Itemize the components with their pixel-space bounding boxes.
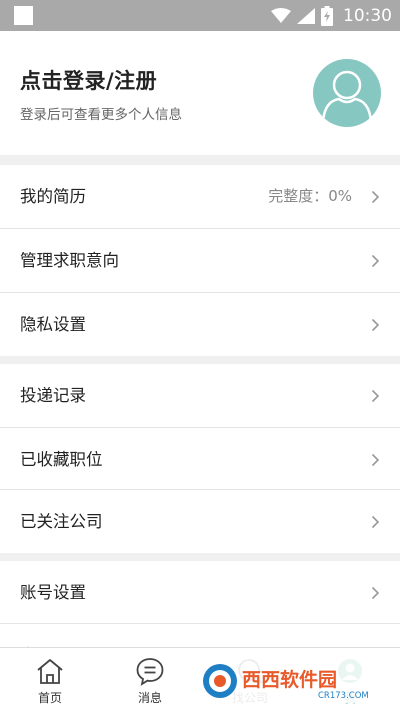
home-icon bbox=[37, 659, 63, 684]
tab-home[interactable]: 首页 bbox=[0, 648, 100, 711]
menu-item-favorites[interactable]: 已收藏职位 bbox=[0, 428, 400, 491]
menu-item-label: 隐私设置 bbox=[20, 315, 86, 334]
menu-item-label: 投递记录 bbox=[20, 386, 86, 405]
chevron-right-icon bbox=[371, 254, 380, 268]
chevron-right-icon bbox=[371, 318, 380, 332]
login-subtitle: 登录后可查看更多个人信息 bbox=[20, 107, 182, 123]
menu-item-label: 已关注公司 bbox=[20, 512, 103, 531]
chevron-right-icon bbox=[371, 586, 380, 600]
menu-item-account[interactable]: 账号设置 bbox=[0, 561, 400, 624]
menu-item-followed[interactable]: 已关注公司 bbox=[0, 490, 400, 553]
profile-header[interactable]: 点击登录/注册 登录后可查看更多个人信息 bbox=[0, 31, 400, 155]
chevron-right-icon bbox=[371, 515, 380, 529]
tab-messages[interactable]: 消息 bbox=[100, 648, 200, 711]
chevron-right-icon bbox=[371, 453, 380, 467]
signal-icon bbox=[297, 7, 315, 24]
section-gap bbox=[0, 155, 400, 165]
tab-label: 首页 bbox=[37, 691, 62, 705]
menu-item-privacy[interactable]: 隐私设置 bbox=[0, 293, 400, 356]
menu-item-job-intent[interactable]: 管理求职意向 bbox=[0, 229, 400, 292]
chevron-right-icon bbox=[371, 190, 380, 204]
menu-item-label: 我的简历 bbox=[20, 187, 86, 206]
login-title[interactable]: 点击登录/注册 bbox=[20, 65, 157, 95]
watermark-site: CR173.COM bbox=[318, 691, 369, 701]
section-gap bbox=[0, 356, 400, 364]
avatar[interactable] bbox=[313, 59, 381, 127]
resume-completeness: 完整度：0% bbox=[268, 187, 352, 205]
status-time: 10:30 bbox=[343, 5, 392, 26]
tab-label: 消息 bbox=[137, 691, 162, 705]
watermark-brand: 西西软件园 bbox=[242, 668, 337, 691]
status-icons: 10:30 bbox=[271, 0, 392, 31]
menu-item-label: 管理求职意向 bbox=[20, 251, 119, 270]
chevron-right-icon bbox=[371, 389, 380, 403]
watermark-logo: 西西软件园 CR173.COM bbox=[198, 655, 384, 707]
menu-item-label: 账号设置 bbox=[20, 583, 86, 602]
message-icon bbox=[136, 658, 164, 686]
section-gap bbox=[0, 553, 400, 561]
status-bar: 10:30 bbox=[0, 0, 400, 31]
notification-icon bbox=[14, 6, 33, 25]
menu-item-delivery[interactable]: 投递记录 bbox=[0, 364, 400, 427]
user-silhouette-icon bbox=[321, 70, 373, 122]
menu-item-label: 已收藏职位 bbox=[20, 450, 103, 469]
menu-item-resume[interactable]: 我的简历 完整度：0% bbox=[0, 165, 400, 228]
battery-icon bbox=[321, 5, 333, 26]
wifi-icon bbox=[271, 7, 291, 23]
